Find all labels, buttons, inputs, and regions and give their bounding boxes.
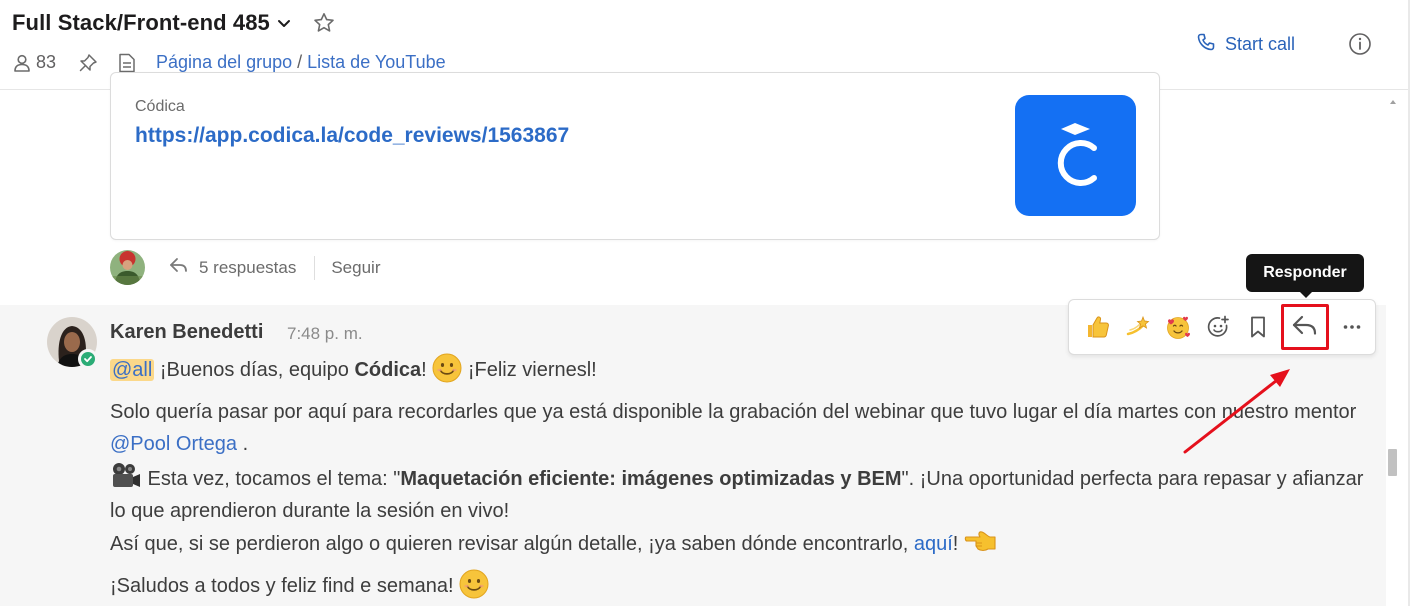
start-call-label: Start call xyxy=(1225,34,1296,54)
smiling-face-hearts-icon[interactable] xyxy=(1161,309,1195,345)
movie-camera-icon xyxy=(110,461,142,491)
replies-count: 5 respuestas xyxy=(199,257,297,277)
author-name[interactable]: Karen Benedetti xyxy=(110,321,263,344)
scrollbar-thumb[interactable] xyxy=(1388,449,1397,476)
add-reaction-icon[interactable] xyxy=(1201,309,1235,345)
thread-summary: 5 respuestas Seguir xyxy=(110,250,380,285)
pin-icon[interactable] xyxy=(78,53,98,73)
online-status-icon xyxy=(78,349,98,369)
channel-meta: 83 Página del grupo / Lista de YouTube xyxy=(12,52,446,73)
scroll-up-arrow-icon[interactable] xyxy=(1389,93,1397,104)
youtube-list-link[interactable]: Lista de YouTube xyxy=(307,52,445,73)
bold-text: Maquetación eficiente: imágenes optimiza… xyxy=(400,467,902,490)
text: Esta vez, tocamos el tema: " xyxy=(142,467,401,490)
preview-site-name: Códica xyxy=(135,98,185,115)
bold-text: Códica xyxy=(354,359,422,381)
text: Así que, si se perdieron algo o quieren … xyxy=(110,532,914,555)
text: Solo quería pasar por aquí para recordar… xyxy=(110,400,1357,423)
mention-pool-ortega[interactable]: @Pool Ortega xyxy=(110,433,237,455)
smile-emoji-icon xyxy=(432,353,462,383)
canvas-icon[interactable] xyxy=(118,53,136,73)
member-count[interactable]: 83 xyxy=(36,52,56,73)
phone-icon xyxy=(1197,33,1215,56)
info-icon[interactable] xyxy=(1348,32,1372,56)
here-link[interactable]: aquí xyxy=(914,533,953,555)
members-icon[interactable] xyxy=(12,53,32,73)
message-line: Solo quería pasar por aquí para recordar… xyxy=(110,396,1380,461)
message-line: ¡Saludos a todos y feliz find e semana! xyxy=(110,569,1380,603)
link-preview-card: Códica https://app.codica.la/code_review… xyxy=(110,72,1160,240)
reply-arrow-icon xyxy=(169,256,189,279)
text: ¡Buenos días, equipo xyxy=(154,359,355,381)
pointing-left-icon xyxy=(964,529,998,553)
text: ¡Feliz viernesl! xyxy=(462,359,597,381)
reply-button[interactable] xyxy=(1281,304,1329,350)
dizzy-icon[interactable] xyxy=(1121,309,1155,345)
start-call-button[interactable]: Start call xyxy=(1197,33,1295,56)
thumbs-up-icon[interactable] xyxy=(1081,309,1115,345)
text: . xyxy=(237,433,249,455)
smile-emoji-icon xyxy=(459,569,489,599)
text: ! xyxy=(421,359,433,381)
chevron-down-icon[interactable] xyxy=(276,15,292,31)
divider xyxy=(314,255,316,280)
group-page-link[interactable]: Página del grupo xyxy=(156,52,292,73)
reply-icon xyxy=(1291,313,1319,342)
message-line: Así que, si se perdieron algo o quieren … xyxy=(110,528,1380,561)
title-row: Full Stack/Front-end 485 xyxy=(12,10,336,36)
tooltip-arrow xyxy=(1299,291,1313,298)
responder-tooltip: Responder xyxy=(1246,254,1364,292)
message-actions-toolbar xyxy=(1068,299,1376,355)
text: ! xyxy=(952,532,964,555)
link-separator: / xyxy=(297,52,303,72)
follow-button[interactable]: Seguir xyxy=(331,258,380,278)
replies-link[interactable]: 5 respuestas xyxy=(169,256,296,279)
text: ¡Saludos a todos y feliz find e semana! xyxy=(110,575,460,597)
message-line: Esta vez, tocamos el tema: "Maquetación … xyxy=(110,461,1380,528)
bookmark-icon[interactable] xyxy=(1241,309,1275,345)
codica-logo xyxy=(1015,95,1136,216)
mention-all[interactable]: @all xyxy=(110,359,155,381)
more-icon[interactable] xyxy=(1335,309,1369,345)
reply-avatar[interactable] xyxy=(110,250,145,285)
star-icon[interactable] xyxy=(312,11,336,35)
channel-title[interactable]: Full Stack/Front-end 485 xyxy=(12,10,270,36)
message-body: @all ¡Buenos días, equipo Códica! ¡Feliz… xyxy=(110,353,1380,603)
message-line: @all ¡Buenos días, equipo Códica! ¡Feliz… xyxy=(110,353,1380,387)
preview-url-link[interactable]: https://app.codica.la/code_reviews/15638… xyxy=(135,124,569,148)
message-timestamp[interactable]: 7:48 p. m. xyxy=(287,324,363,344)
